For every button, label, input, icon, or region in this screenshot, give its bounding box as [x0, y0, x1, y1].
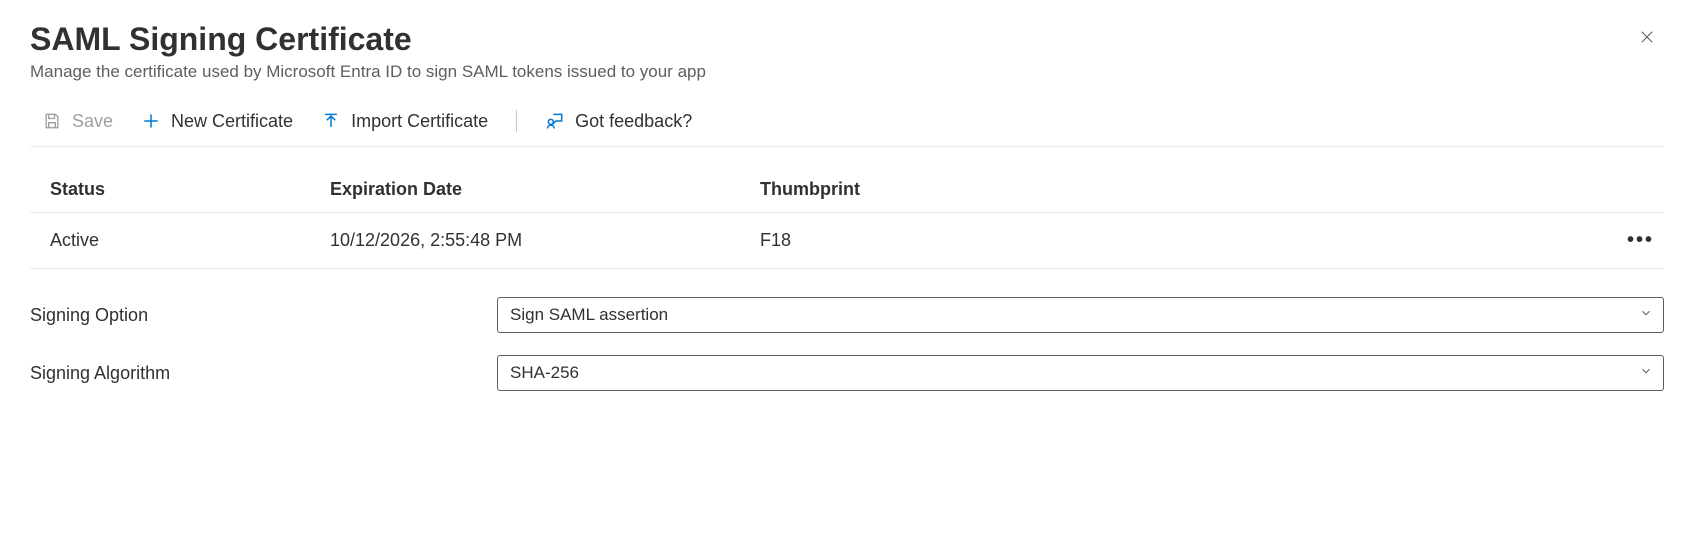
new-certificate-label: New Certificate — [171, 111, 293, 132]
certificate-table: Status Expiration Date Thumbprint Active… — [30, 167, 1664, 269]
signing-option-row: Signing Option Sign SAML assertion — [30, 297, 1664, 333]
save-button: Save — [42, 111, 113, 132]
save-icon — [42, 111, 62, 131]
new-certificate-button[interactable]: New Certificate — [141, 111, 293, 132]
toolbar: Save New Certificate Import Certificate … — [30, 102, 1664, 147]
form-section: Signing Option Sign SAML assertion Signi… — [30, 297, 1664, 391]
panel-header: SAML Signing Certificate — [30, 20, 1664, 58]
import-certificate-button[interactable]: Import Certificate — [321, 111, 488, 132]
close-icon — [1638, 30, 1656, 50]
signing-algorithm-dropdown[interactable]: SHA-256 — [497, 355, 1664, 391]
signing-algorithm-row: Signing Algorithm SHA-256 — [30, 355, 1664, 391]
feedback-icon — [545, 111, 565, 131]
page-subtitle: Manage the certificate used by Microsoft… — [30, 62, 1664, 82]
chevron-down-icon — [1639, 305, 1653, 325]
table-header-row: Status Expiration Date Thumbprint — [30, 167, 1664, 213]
signing-algorithm-value: SHA-256 — [510, 363, 579, 383]
plus-icon — [141, 111, 161, 131]
save-label: Save — [72, 111, 113, 132]
row-more-button[interactable]: ••• — [1627, 229, 1654, 252]
table-row[interactable]: Active 10/12/2026, 2:55:48 PM F18 ••• — [30, 213, 1664, 269]
header-actions — [1604, 167, 1664, 213]
cell-expiration: 10/12/2026, 2:55:48 PM — [310, 213, 740, 269]
header-status: Status — [30, 167, 310, 213]
page-title: SAML Signing Certificate — [30, 20, 412, 58]
more-icon: ••• — [1627, 229, 1654, 251]
header-expiration: Expiration Date — [310, 167, 740, 213]
header-thumbprint: Thumbprint — [740, 167, 1604, 213]
cell-thumbprint: F18 — [740, 213, 1604, 269]
signing-algorithm-label: Signing Algorithm — [30, 363, 497, 384]
signing-option-label: Signing Option — [30, 305, 497, 326]
feedback-button[interactable]: Got feedback? — [545, 111, 692, 132]
import-certificate-label: Import Certificate — [351, 111, 488, 132]
signing-option-value: Sign SAML assertion — [510, 305, 668, 325]
upload-icon — [321, 111, 341, 131]
chevron-down-icon — [1639, 363, 1653, 383]
cell-status: Active — [30, 213, 310, 269]
toolbar-divider — [516, 110, 517, 132]
feedback-label: Got feedback? — [575, 111, 692, 132]
close-button[interactable] — [1630, 20, 1664, 57]
signing-option-dropdown[interactable]: Sign SAML assertion — [497, 297, 1664, 333]
